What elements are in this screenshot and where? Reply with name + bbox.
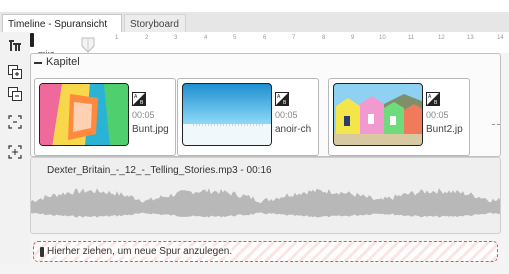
audio-waveform (31, 188, 500, 218)
tab-bar: Timeline - Spuransicht Storyboard (0, 12, 509, 34)
clip-thumbnail-colorful-huts (39, 83, 129, 146)
ruler-label: 13 (467, 35, 474, 41)
timeline-ruler[interactable]: 1 2 3 4 5 6 7 8 9 10 11 12 13 14 (30, 32, 509, 53)
ruler-label: 6 (263, 35, 267, 41)
ruler-label: 7 (292, 35, 296, 41)
ruler-label: 9 (351, 35, 355, 41)
ruler-label: 10 (379, 35, 386, 41)
ruler-label: 1 (115, 35, 119, 41)
tab-timeline-spuransicht[interactable]: Timeline - Spuransicht (2, 14, 122, 34)
window-top-strip (0, 0, 509, 12)
clip-duration: 00:05 (426, 110, 449, 120)
new-track-dropzone[interactable]: Hierher ziehen, um neue Spur anzulegen. (33, 241, 498, 262)
chapter-label: Kapitel (46, 56, 80, 68)
transition-icon[interactable]: AB (426, 92, 440, 106)
transition-icon[interactable]: AB (132, 92, 146, 106)
marker-icon[interactable] (78, 36, 98, 54)
image-clip[interactable]: AB 00:05 Bunt2.jp (328, 78, 470, 156)
ruler-label: 8 (322, 35, 326, 41)
clip-filename: anoir-ch (275, 124, 312, 135)
timeline-toolbar (0, 32, 30, 274)
clip-duration: 00:05 (275, 110, 298, 120)
chapter-track[interactable]: Kapitel AB 00:05 Bunt.jpg A B 00:05 anoi… (30, 53, 501, 157)
ruler-label: 11 (408, 35, 415, 41)
ruler-label: 5 (233, 35, 237, 41)
clip-filename: Bunt2.jp (426, 124, 463, 135)
ruler-label: 12 (438, 35, 445, 41)
group-remove-icon[interactable] (5, 84, 25, 104)
dropzone-marker-icon (40, 247, 44, 257)
ruler-label: 3 (174, 35, 178, 41)
waveform-shape (31, 188, 500, 218)
collapse-icon[interactable] (34, 62, 42, 64)
ruler-label: 2 (145, 35, 149, 41)
image-clip[interactable]: AB 00:05 Bunt.jpg (34, 78, 176, 156)
ruler-label: 4 (204, 35, 208, 41)
bottom-strip (0, 264, 509, 274)
zoom-expand-icon[interactable] (5, 142, 25, 162)
ruler-label: 14 (497, 35, 504, 41)
audio-clip[interactable]: Dexter_Britain_-_12_-_Telling_Stories.mp… (30, 157, 501, 234)
clip-thumbnail-beach-houses (333, 83, 423, 146)
track-end-dash (492, 124, 500, 125)
clip-filename: Bunt.jpg (132, 124, 169, 135)
playhead-handle[interactable] (30, 33, 34, 47)
transition-icon[interactable]: AB (275, 92, 289, 106)
zoom-fit-icon[interactable] (5, 112, 25, 132)
group-add-icon[interactable] (5, 62, 25, 82)
image-clip[interactable]: AB 00:05 anoir-ch (177, 78, 319, 156)
clip-thumbnail-snow-field (182, 83, 272, 146)
timeline-tool-icon[interactable] (5, 36, 25, 56)
clip-duration: 00:05 (132, 110, 155, 120)
tab-storyboard[interactable]: Storyboard (124, 14, 186, 33)
dropzone-hint: Hierher ziehen, um neue Spur anzulegen. (47, 246, 233, 257)
audio-clip-title: Dexter_Britain_-_12_-_Telling_Stories.mp… (47, 165, 272, 176)
